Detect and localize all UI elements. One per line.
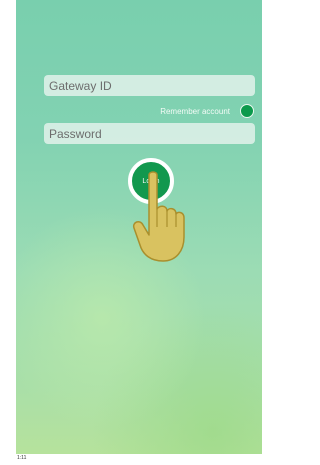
remember-account-row[interactable]: Remember account bbox=[126, 104, 254, 118]
pointing-hand-icon bbox=[132, 171, 185, 262]
remember-account-toggle[interactable] bbox=[240, 104, 254, 118]
login-screen: Remember account Login bbox=[16, 0, 262, 454]
password-input[interactable] bbox=[44, 123, 255, 144]
remember-account-label: Remember account bbox=[160, 106, 230, 116]
gateway-id-input[interactable] bbox=[44, 75, 255, 96]
status-time: 1:11 bbox=[17, 455, 27, 461]
